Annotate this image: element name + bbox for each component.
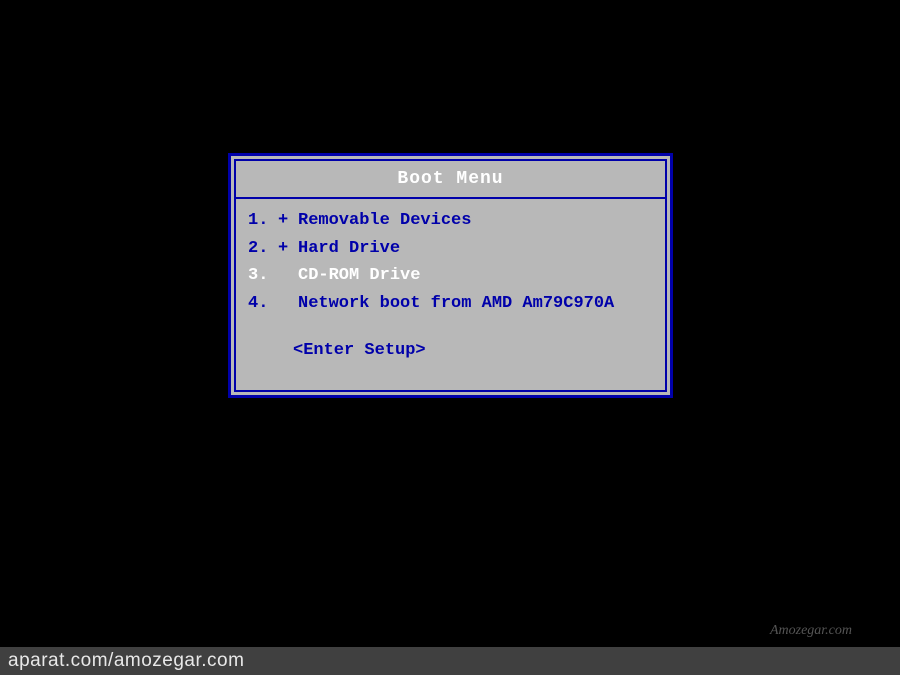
- boot-menu-item-network[interactable]: 4. Network boot from AMD Am79C970A: [248, 290, 653, 318]
- enter-setup-option[interactable]: <Enter Setup>: [248, 341, 653, 360]
- boot-menu-inner: Boot Menu 1. + Removable Devices 2. + Ha…: [234, 159, 667, 392]
- menu-item-label: Hard Drive: [298, 236, 400, 262]
- menu-item-prefix: [278, 263, 298, 289]
- menu-item-number: 1.: [248, 208, 278, 234]
- menu-item-prefix: +: [278, 236, 298, 262]
- boot-menu-item-cdrom[interactable]: 3. CD-ROM Drive: [248, 262, 653, 290]
- boot-menu-body: 1. + Removable Devices 2. + Hard Drive 3…: [236, 199, 665, 390]
- menu-item-number: 4.: [248, 291, 278, 317]
- menu-item-label: Network boot from AMD Am79C970A: [298, 291, 614, 317]
- watermark-right: Amozegar.com: [770, 623, 852, 639]
- boot-menu-title: Boot Menu: [236, 161, 665, 199]
- menu-item-label: Removable Devices: [298, 208, 471, 234]
- menu-item-number: 2.: [248, 236, 278, 262]
- menu-item-prefix: [278, 291, 298, 317]
- boot-menu-window: Boot Menu 1. + Removable Devices 2. + Ha…: [228, 153, 673, 398]
- menu-item-number: 3.: [248, 263, 278, 289]
- menu-item-label: CD-ROM Drive: [298, 263, 420, 289]
- boot-menu-item-removable[interactable]: 1. + Removable Devices: [248, 207, 653, 235]
- menu-item-prefix: +: [278, 208, 298, 234]
- boot-menu-item-harddrive[interactable]: 2. + Hard Drive: [248, 235, 653, 263]
- watermark-bottom: aparat.com/amozegar.com: [0, 647, 900, 675]
